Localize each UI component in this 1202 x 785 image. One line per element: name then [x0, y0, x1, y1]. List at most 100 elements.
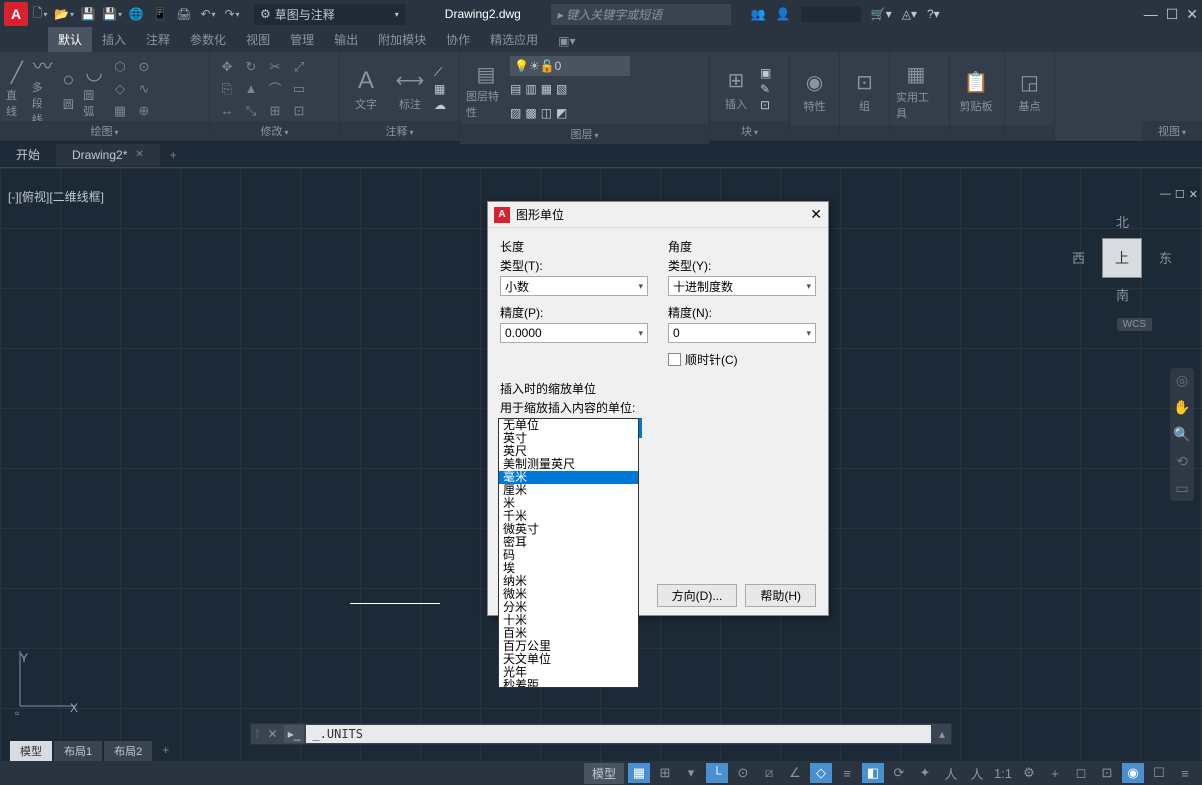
viewport-maximize-icon[interactable]: ☐ [1175, 188, 1185, 201]
iso-toggle-icon[interactable]: ⧄ [758, 763, 780, 783]
layer-properties-button[interactable]: ▤图层特性 [466, 60, 506, 120]
polyline-button[interactable]: 〰多段线 [32, 59, 54, 119]
tab-addins[interactable]: 附加模块 [368, 27, 436, 52]
stretch-icon[interactable]: ↔ [216, 101, 238, 121]
cycling-icon[interactable]: ⟳ [888, 763, 910, 783]
status-model[interactable]: 模型 [584, 763, 624, 784]
clockwise-checkbox[interactable]: 顺时针(C) [668, 351, 816, 368]
plus-icon[interactable]: + [1044, 763, 1066, 783]
block-tool-icon[interactable]: ✎ [760, 82, 771, 96]
qat-new-icon[interactable]: 🗋▾ [30, 4, 50, 24]
panel-title[interactable]: 视图▾ [1142, 121, 1202, 141]
qat-mobile-icon[interactable]: 📱 [150, 4, 170, 24]
panel-title[interactable]: 绘图▾ [0, 121, 209, 141]
tab-output[interactable]: 输出 [324, 27, 368, 52]
layer-tool-icon[interactable]: ▧ [556, 82, 567, 96]
layer-tool-icon[interactable]: ▥ [525, 82, 536, 96]
copy-icon[interactable]: ⎘ [216, 79, 238, 99]
workspace-selector[interactable]: ⚙ 草图与注释 ▾ [254, 4, 405, 25]
anno-vis-icon[interactable]: 人 [966, 763, 988, 783]
qat-web-icon[interactable]: 🌐 [126, 4, 146, 24]
arc-button[interactable]: ◡圆弧 [83, 59, 105, 119]
minimize-button[interactable]: — [1144, 6, 1158, 23]
scale-label[interactable]: 1:1 [992, 763, 1014, 783]
utilities-button[interactable]: ▦实用工具 [896, 61, 936, 121]
cmdline-prompt-icon[interactable]: ▸_ [284, 725, 305, 743]
customize-icon[interactable]: ≡ [1174, 763, 1196, 783]
tab-annotate[interactable]: 注释 [136, 27, 180, 52]
array-icon[interactable]: ⊞ [264, 101, 286, 121]
nav-wheel-icon[interactable]: ◎ [1176, 372, 1188, 389]
add-layout-button[interactable]: + [154, 741, 177, 761]
otrack-toggle-icon[interactable]: ∠ [784, 763, 806, 783]
close-button[interactable]: ✕ [1186, 6, 1198, 23]
grip-icon[interactable]: ⁞⁞ [251, 727, 262, 741]
table-icon[interactable]: ▦ [434, 82, 446, 96]
help-icon[interactable]: ?▾ [927, 7, 940, 21]
cart-icon[interactable]: 🛒▾ [871, 7, 892, 21]
layer-tool-icon[interactable]: ▩ [525, 106, 536, 120]
grid-toggle-icon[interactable]: ▦ [628, 763, 650, 783]
draw-tool-icon[interactable]: ⊙ [133, 57, 155, 77]
trim-icon[interactable]: ✂ [264, 57, 286, 77]
qat-undo-icon[interactable]: ↶▾ [198, 4, 218, 24]
viewcube[interactable]: 北 南 东 西 上 [1072, 208, 1172, 308]
tab-parametric[interactable]: 参数化 [180, 27, 236, 52]
clean-screen-icon[interactable]: ☐ [1148, 763, 1170, 783]
panel-title[interactable]: 图层▾ [460, 124, 709, 144]
dialog-titlebar[interactable]: A 图形单位 ✕ [488, 202, 828, 228]
dropdown-option[interactable]: 码 [499, 549, 638, 562]
tab-collab[interactable]: 协作 [436, 27, 480, 52]
viewcube-east[interactable]: 东 [1159, 248, 1172, 267]
tab-overflow-icon[interactable]: ▣▾ [548, 30, 585, 52]
viewport-close-icon[interactable]: ✕ [1189, 188, 1198, 201]
block-tool-icon[interactable]: ▣ [760, 66, 771, 80]
circle-button[interactable]: ○圆 [58, 59, 80, 119]
tab-view[interactable]: 视图 [236, 27, 280, 52]
line-button[interactable]: ╱直线 [6, 59, 28, 119]
cmdline-recent-icon[interactable]: ▴ [933, 727, 951, 741]
viewcube-top[interactable]: 上 [1102, 238, 1142, 278]
polar-toggle-icon[interactable]: ⊙ [732, 763, 754, 783]
view-label[interactable]: [-][俯视][二维线框] [8, 188, 104, 205]
dropdown-option[interactable]: 厘米 [499, 484, 638, 497]
tab-default[interactable]: 默认 [48, 27, 92, 52]
rotate-icon[interactable]: ↻ [240, 57, 262, 77]
wcs-badge[interactable]: WCS [1117, 318, 1152, 331]
qat-redo-icon[interactable]: ↷▾ [222, 4, 242, 24]
search-input[interactable]: 键入关键字或短语 [551, 4, 731, 25]
workspace-toggle-icon[interactable]: ◻ [1070, 763, 1092, 783]
viewcube-west[interactable]: 西 [1072, 248, 1085, 267]
tab-manage[interactable]: 管理 [280, 27, 324, 52]
user-icon[interactable]: 👤 [776, 7, 791, 21]
hardware-icon[interactable]: ◉ [1122, 763, 1144, 783]
properties-button[interactable]: ◉特性 [796, 61, 833, 121]
draw-tool-icon[interactable]: ⊕ [133, 101, 155, 121]
command-line[interactable]: ⁞⁞ ✕ ▸_ _.UNITS ▴ [250, 723, 952, 745]
maximize-button[interactable]: ☐ [1166, 6, 1179, 23]
viewcube-south[interactable]: 南 [1116, 285, 1129, 304]
qat-open-icon[interactable]: 📂▾ [54, 4, 74, 24]
filetab-start[interactable]: 开始 [0, 142, 56, 167]
draw-tool-icon[interactable]: ◇ [109, 79, 131, 99]
clipboard-button[interactable]: 📋剪贴板 [956, 61, 996, 121]
qat-save-icon[interactable]: 💾 [78, 4, 98, 24]
length-type-select[interactable]: 小数▾ [500, 276, 648, 296]
nav-zoom-icon[interactable]: 🔍 [1173, 426, 1190, 443]
scale-icon[interactable]: ⤡ [240, 101, 262, 121]
snap-toggle-icon[interactable]: ⊞ [654, 763, 676, 783]
nav-pan-icon[interactable]: ✋ [1173, 399, 1190, 416]
close-tab-icon[interactable]: ✕ [135, 149, 143, 160]
osnap-toggle-icon[interactable]: ◇ [810, 763, 832, 783]
draw-tool-icon[interactable] [157, 57, 179, 77]
viewport-minimize-icon[interactable]: — [1160, 188, 1171, 201]
layer-tool-icon[interactable]: ▦ [541, 82, 552, 96]
group-button[interactable]: ⊡组 [846, 61, 883, 121]
isolate-icon[interactable]: ⊡ [1096, 763, 1118, 783]
new-tab-button[interactable]: + [160, 148, 187, 162]
draw-tool-icon[interactable]: ⬡ [109, 57, 131, 77]
share-icon[interactable]: 👥 [751, 7, 766, 21]
viewcube-north[interactable]: 北 [1116, 212, 1129, 231]
layer-tool-icon[interactable]: ◫ [541, 106, 552, 120]
layer-combo[interactable]: 💡 ☀ 🔓 0 [510, 56, 630, 76]
